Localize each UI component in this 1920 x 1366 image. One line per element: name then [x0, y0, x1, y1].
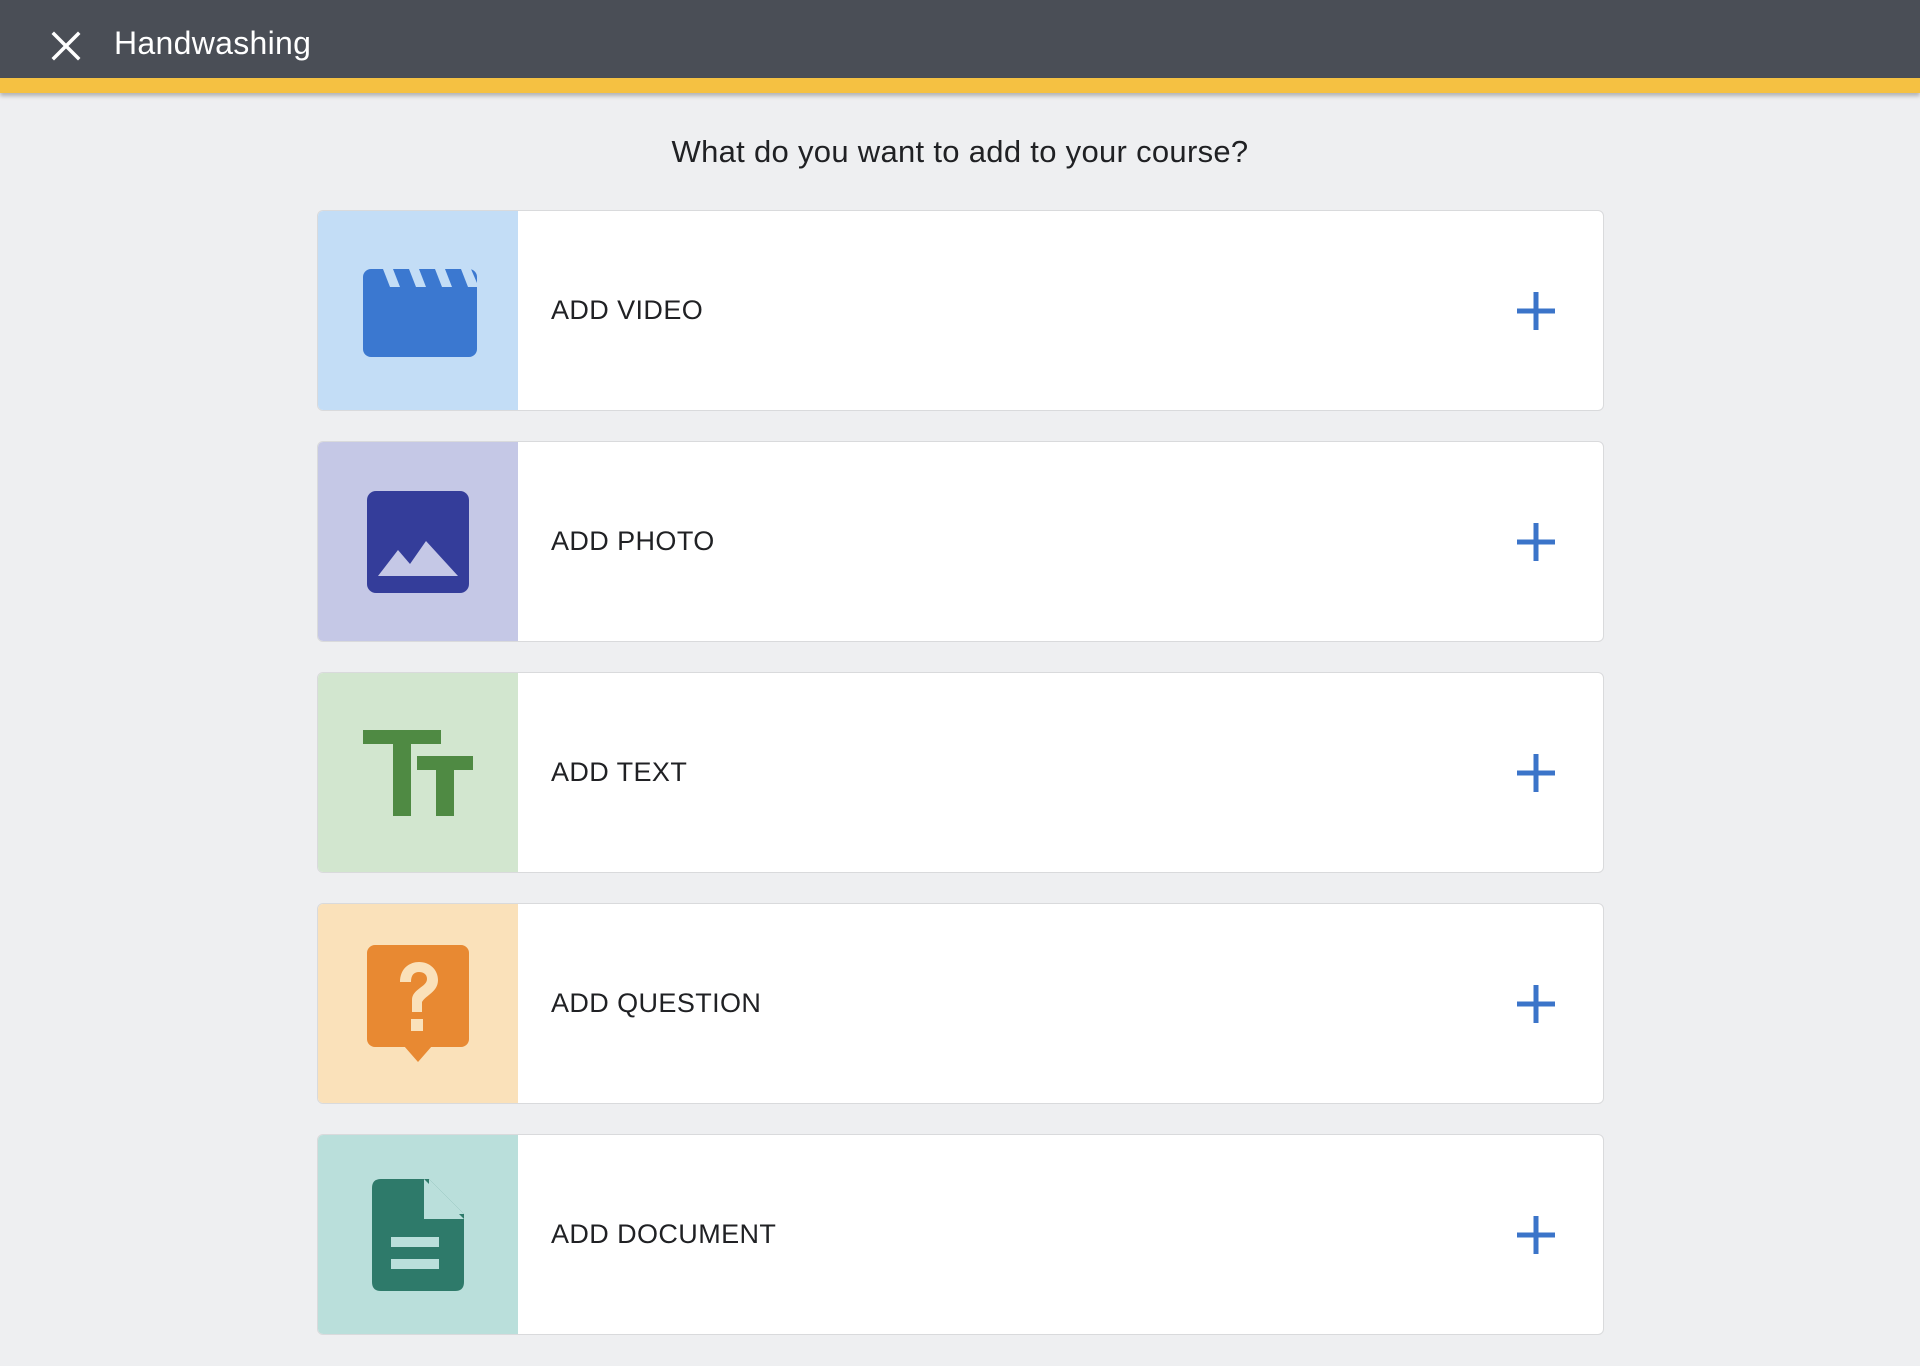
add-photo-label: ADD PHOTO	[551, 526, 715, 556]
close-button[interactable]	[42, 22, 90, 70]
question-icon	[367, 944, 469, 1062]
add-text-label: ADD TEXT	[551, 757, 688, 787]
question-icon-panel	[318, 904, 518, 1103]
course-title: Handwashing	[114, 25, 312, 61]
plus-icon	[1517, 753, 1555, 792]
document-icon	[372, 1178, 464, 1291]
plus-icon	[1517, 984, 1555, 1023]
page-prompt: What do you want to add to your course?	[671, 134, 1249, 169]
add-photo-option[interactable]: ADD PHOTO	[317, 441, 1604, 642]
close-icon	[51, 31, 81, 61]
add-text-option[interactable]: ADD TEXT	[317, 672, 1604, 873]
photo-icon	[367, 490, 469, 593]
add-video-label: ADD VIDEO	[551, 295, 704, 325]
add-document-option[interactable]: ADD DOCUMENT	[317, 1134, 1604, 1335]
content-options-list: ADD VIDEO ADD PHOTO ADD TEXT ADD QUESTIO…	[317, 210, 1604, 1335]
add-photo-plus-button[interactable]	[1512, 518, 1560, 566]
add-video-option[interactable]: ADD VIDEO	[317, 210, 1604, 411]
top-bar: Handwashing	[0, 0, 1920, 78]
photo-icon-panel	[318, 442, 518, 641]
add-document-plus-button[interactable]	[1512, 1211, 1560, 1259]
top-bar-accent-stripe	[0, 78, 1920, 93]
plus-icon	[1517, 1215, 1555, 1254]
text-icon	[363, 729, 473, 816]
plus-icon	[1517, 522, 1555, 561]
video-icon-panel	[318, 211, 518, 410]
plus-icon	[1517, 291, 1555, 330]
add-document-label: ADD DOCUMENT	[551, 1219, 777, 1249]
add-question-option[interactable]: ADD QUESTION	[317, 903, 1604, 1104]
document-icon-panel	[318, 1135, 518, 1334]
add-video-plus-button[interactable]	[1512, 287, 1560, 335]
add-question-plus-button[interactable]	[1512, 980, 1560, 1028]
add-question-label: ADD QUESTION	[551, 988, 762, 1018]
add-text-plus-button[interactable]	[1512, 749, 1560, 797]
video-clapperboard-icon	[363, 268, 477, 357]
text-icon-panel	[318, 673, 518, 872]
